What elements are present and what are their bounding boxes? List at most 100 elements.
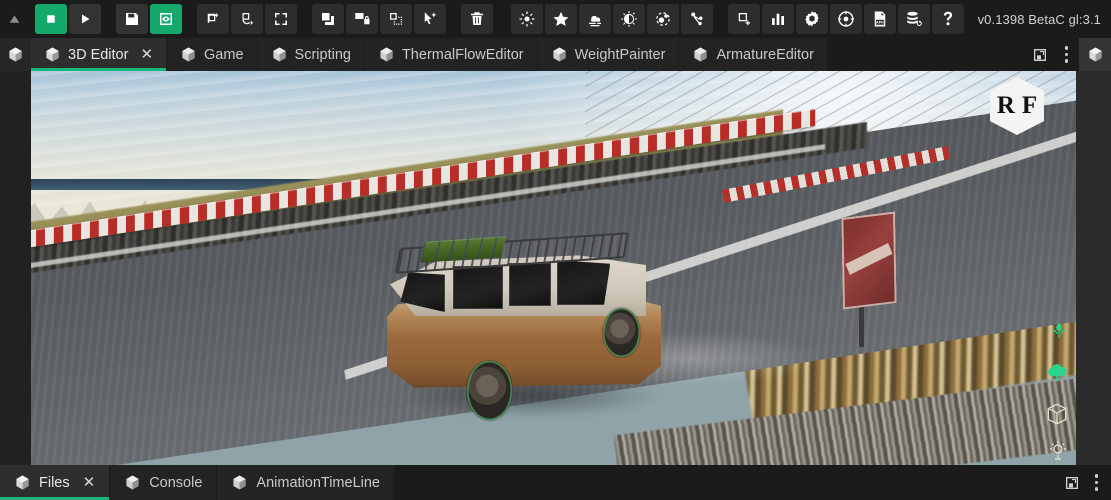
tab-label: ArmatureEditor — [716, 47, 814, 63]
three-dots-vertical-icon — [1095, 487, 1099, 491]
light-gizmo[interactable] — [1046, 439, 1070, 463]
tab-game[interactable]: Game — [167, 38, 258, 71]
node-link-icon — [688, 10, 706, 28]
toolbar-object-group — [311, 4, 447, 34]
bottom-tab-animationtimeline[interactable]: AnimationTimeLine — [217, 465, 395, 500]
cube-plus-icon — [735, 10, 753, 28]
maximize-panel-icon — [1032, 47, 1048, 63]
target-button[interactable] — [830, 4, 862, 34]
translate-tool-button[interactable] — [197, 4, 229, 34]
toolbar-delete-group — [460, 4, 494, 34]
weather-button[interactable] — [579, 4, 611, 34]
three-dots-vertical-icon — [1065, 53, 1069, 57]
logo-letter-f: F — [1022, 92, 1037, 120]
select-pointer-button[interactable] — [414, 4, 446, 34]
move-object-icon — [204, 10, 222, 28]
cube-icon — [180, 46, 197, 63]
star-icon — [552, 10, 570, 28]
clone-outline-button[interactable] — [380, 4, 412, 34]
tab-overflow-menu-button[interactable] — [1056, 38, 1078, 71]
tab-weightpainter[interactable]: WeightPainter — [538, 38, 680, 71]
add-tab-button[interactable] — [1079, 38, 1111, 71]
lighting-button[interactable] — [511, 4, 543, 34]
cube-icon — [1087, 46, 1104, 63]
tab-label: WeightPainter — [575, 47, 666, 63]
bottom-tab-files[interactable]: Files ✕ — [0, 465, 110, 500]
tab-bar-lead-cube-icon[interactable] — [0, 38, 31, 71]
floppy-disk-icon — [123, 10, 141, 28]
add-primitive-button[interactable] — [728, 4, 760, 34]
object-lock-icon — [353, 10, 371, 28]
bottom-bar-actions — [1058, 465, 1111, 500]
svg-text:APK: APK — [876, 20, 884, 25]
stop-button[interactable] — [35, 4, 67, 34]
favorite-button[interactable] — [545, 4, 577, 34]
export-apk-button[interactable]: APK — [864, 4, 896, 34]
orbit-atom-icon — [654, 10, 672, 28]
statistics-button[interactable] — [762, 4, 794, 34]
help-button[interactable] — [932, 4, 964, 34]
tab-3d-editor[interactable]: 3D Editor ✕ — [31, 38, 167, 71]
application-window: APK v0.1398 BetaC gl:3.1 — [0, 0, 1111, 500]
lock-object-button[interactable] — [346, 4, 378, 34]
save-button[interactable] — [116, 4, 148, 34]
tab-label: 3D Editor — [68, 47, 128, 63]
main-toolbar: APK v0.1398 BetaC gl:3.1 — [0, 0, 1111, 38]
three-dots-vertical-icon — [1065, 46, 1069, 50]
tab-scripting[interactable]: Scripting — [258, 38, 365, 71]
bottom-tab-label: AnimationTimeLine — [256, 475, 380, 491]
duplicate-icon — [319, 10, 337, 28]
3d-viewport[interactable]: R F — [31, 71, 1076, 465]
bottom-tab-label: Console — [149, 475, 202, 491]
physics-orbit-button[interactable] — [647, 4, 679, 34]
vegetation-gizmo-small[interactable] — [1048, 319, 1070, 341]
vegetation-gizmo-large[interactable] — [1044, 359, 1070, 385]
collapse-toolbar-icon[interactable] — [0, 0, 28, 38]
trash-can-icon — [468, 10, 486, 28]
node-graph-button[interactable] — [681, 4, 713, 34]
tab-bar-actions — [1026, 38, 1080, 71]
vehicle-rear-wheel — [467, 361, 512, 420]
cursor-select-icon — [421, 10, 439, 28]
duplicate-button[interactable] — [312, 4, 344, 34]
bottom-panel-tab-bar: Files ✕ Console Animation — [0, 465, 1111, 500]
scale-tool-button[interactable] — [265, 4, 297, 34]
bottom-maximize-panel-button[interactable] — [1058, 465, 1086, 500]
rotate-tool-button[interactable] — [231, 4, 263, 34]
bounding-box-gizmo[interactable] — [1044, 401, 1070, 427]
bottom-tab-console[interactable]: Console — [110, 465, 217, 500]
preview-button[interactable] — [150, 4, 182, 34]
database-refresh-icon — [905, 10, 923, 28]
brightness-button[interactable] — [613, 4, 645, 34]
three-dots-vertical-icon — [1095, 481, 1099, 485]
settings-button[interactable] — [796, 4, 828, 34]
bottom-tab-close-icon[interactable]: ✕ — [83, 475, 96, 490]
vehicle-suv[interactable] — [381, 236, 679, 425]
toolbar-create-group: APK — [727, 4, 965, 34]
version-label: v0.1398 BetaC gl:3.1 — [978, 0, 1101, 38]
tab-label: Game — [204, 47, 244, 63]
reload-assets-button[interactable] — [898, 4, 930, 34]
delete-button[interactable] — [461, 4, 493, 34]
bar-chart-icon — [769, 10, 787, 28]
tab-armatureeditor[interactable]: ArmatureEditor — [679, 38, 828, 71]
tab-thermalfloweditor[interactable]: ThermalFlowEditor — [365, 38, 538, 71]
toolbar-environment-group — [510, 4, 714, 34]
plant-icon — [1048, 319, 1070, 341]
cube-icon — [14, 474, 31, 491]
apk-file-icon: APK — [871, 10, 889, 28]
cloud-fog-icon — [586, 10, 604, 28]
bush-icon — [1044, 359, 1070, 385]
question-mark-icon — [939, 10, 957, 28]
right-panel-rail — [1076, 71, 1111, 465]
toolbar-transform-group — [196, 4, 298, 34]
tab-close-icon[interactable]: ✕ — [140, 47, 153, 62]
play-button[interactable] — [69, 4, 101, 34]
scene-render — [31, 71, 1076, 465]
cube-icon — [7, 46, 24, 63]
logo-letter-r: R — [997, 92, 1015, 120]
maximize-panel-button[interactable] — [1026, 38, 1054, 71]
left-panel-rail — [0, 71, 31, 465]
vehicle-rear-side-window — [453, 266, 504, 309]
bottom-overflow-menu-button[interactable] — [1086, 465, 1108, 500]
